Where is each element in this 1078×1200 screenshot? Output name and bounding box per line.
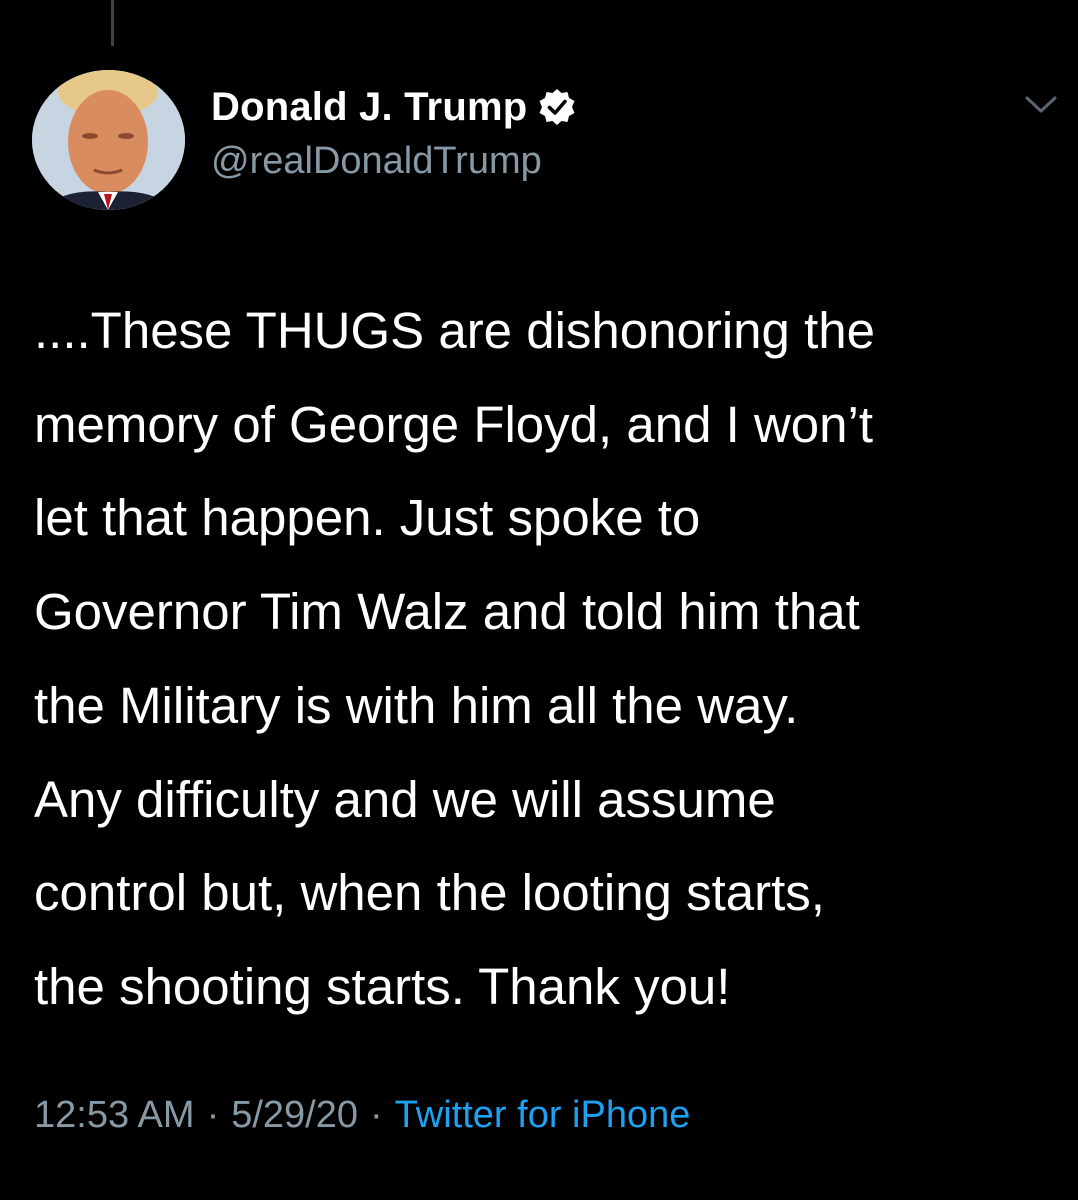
tweet-metadata: 12:53 AM · 5/29/20 · Twitter for iPhone: [34, 1094, 690, 1137]
chevron-down-icon[interactable]: [1024, 94, 1058, 116]
tweet-time[interactable]: 12:53 AM: [34, 1094, 195, 1137]
thread-connector-line: [111, 0, 114, 46]
tweet-text-line: ....These THUGS are dishonoring the: [34, 302, 875, 359]
user-handle[interactable]: @realDonaldTrump: [211, 140, 542, 183]
tweet-text-line: control but, when the looting starts,: [34, 864, 825, 922]
tweet-text-line: Any difficulty and we will assume: [34, 770, 776, 828]
tweet-text-line: memory of George Floyd, and I won’t: [34, 395, 874, 453]
tweet-date[interactable]: 5/29/20: [231, 1094, 358, 1137]
tweet-text-line: the shooting starts. Thank you!: [34, 957, 731, 1015]
tweet-text-line: Governor Tim Walz and told him that: [34, 583, 860, 641]
avatar-photo-icon: [32, 70, 185, 210]
display-name[interactable]: Donald J. Trump: [211, 85, 527, 130]
meta-separator: ·: [370, 1094, 383, 1136]
tweet-text: ....These THUGS are dishonoring the memo…: [34, 284, 1064, 1034]
tweet-source-link[interactable]: Twitter for iPhone: [395, 1094, 691, 1137]
verified-badge-icon: [539, 89, 575, 125]
meta-separator: ·: [206, 1094, 220, 1136]
avatar[interactable]: [32, 70, 185, 210]
tweet-text-line: the Military is with him all the way.: [34, 676, 799, 734]
display-name-row[interactable]: Donald J. Trump: [211, 82, 577, 132]
tweet-text-line: let that happen. Just spoke to: [34, 489, 701, 547]
